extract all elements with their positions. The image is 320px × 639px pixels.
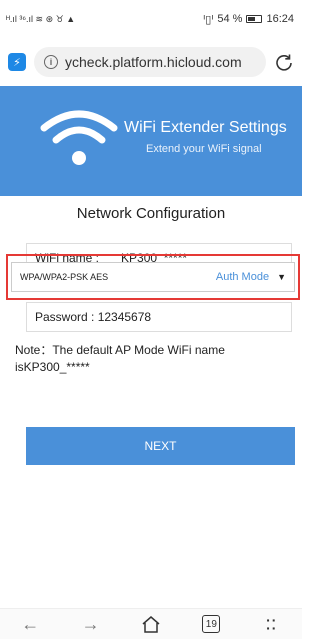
- battery-text: 54 %: [217, 13, 243, 25]
- header-subtitle: Extend your WiFi signal: [146, 143, 262, 155]
- note-line-2: isKP300_*****: [15, 360, 90, 374]
- section-title: Network Configuration: [76, 205, 226, 222]
- dropdown-arrow-icon: ▼: [277, 272, 286, 282]
- info-icon[interactable]: i: [44, 55, 58, 69]
- menu-dots-icon[interactable]: ·· ··: [257, 612, 287, 636]
- home-icon[interactable]: [136, 612, 166, 636]
- vibrate-icon: ᑊ▯ᑊ: [203, 13, 214, 26]
- status-right: ᑊ▯ᑊ 54 % 16:24: [203, 13, 294, 26]
- browser-url-bar: ⚡ i ycheck.platform.hicloud.com: [0, 38, 302, 86]
- browser-bottom-bar: ← → 19 ·· ··: [0, 608, 302, 639]
- clock: 16:24: [266, 13, 294, 25]
- back-arrow-icon[interactable]: ←: [15, 612, 45, 636]
- tabs-button[interactable]: 19: [196, 612, 226, 636]
- next-button[interactable]: NEXT: [26, 427, 295, 465]
- page-header: WiFi Extender Settings Extend your WiFi …: [0, 86, 302, 196]
- tab-count: 19: [202, 615, 221, 633]
- password-text[interactable]: Password : 12345678: [35, 310, 151, 324]
- url-text[interactable]: ycheck.platform.hicloud.com: [65, 54, 242, 70]
- password-field[interactable]: Password : 12345678: [26, 302, 292, 332]
- signal-wifi-indicators: ᴴ.ıl ³⁶.ıl ≋ ⊛ ♉ ▲: [6, 13, 76, 24]
- note-line-1: Note：The default AP Mode WiFi name: [15, 343, 225, 357]
- security-mode-select[interactable]: WPA/WPA2-PSK AES Auth Mode ▼: [11, 262, 295, 292]
- status-indicators: ᴴ.ıl ³⁶.ıl ≋ ⊛ ♉ ▲: [6, 14, 75, 25]
- header-title: WiFi Extender Settings: [124, 119, 287, 136]
- forward-arrow-icon[interactable]: →: [76, 612, 106, 636]
- battery-icon: [246, 15, 263, 23]
- browser-app-icon[interactable]: ⚡: [8, 53, 26, 71]
- auth-mode-label: Auth Mode: [215, 271, 270, 283]
- ap-mode-note: Note：The default AP Mode WiFi name isKP3…: [15, 342, 295, 376]
- wifi-icon: [40, 110, 118, 165]
- reload-icon[interactable]: [274, 52, 294, 72]
- address-field[interactable]: i ycheck.platform.hicloud.com: [34, 47, 266, 77]
- security-mode-value: WPA/WPA2-PSK AES: [20, 272, 109, 282]
- status-bar: ᴴ.ıl ³⁶.ıl ≋ ⊛ ♉ ▲ ᑊ▯ᑊ 54 % 16:24: [0, 0, 302, 38]
